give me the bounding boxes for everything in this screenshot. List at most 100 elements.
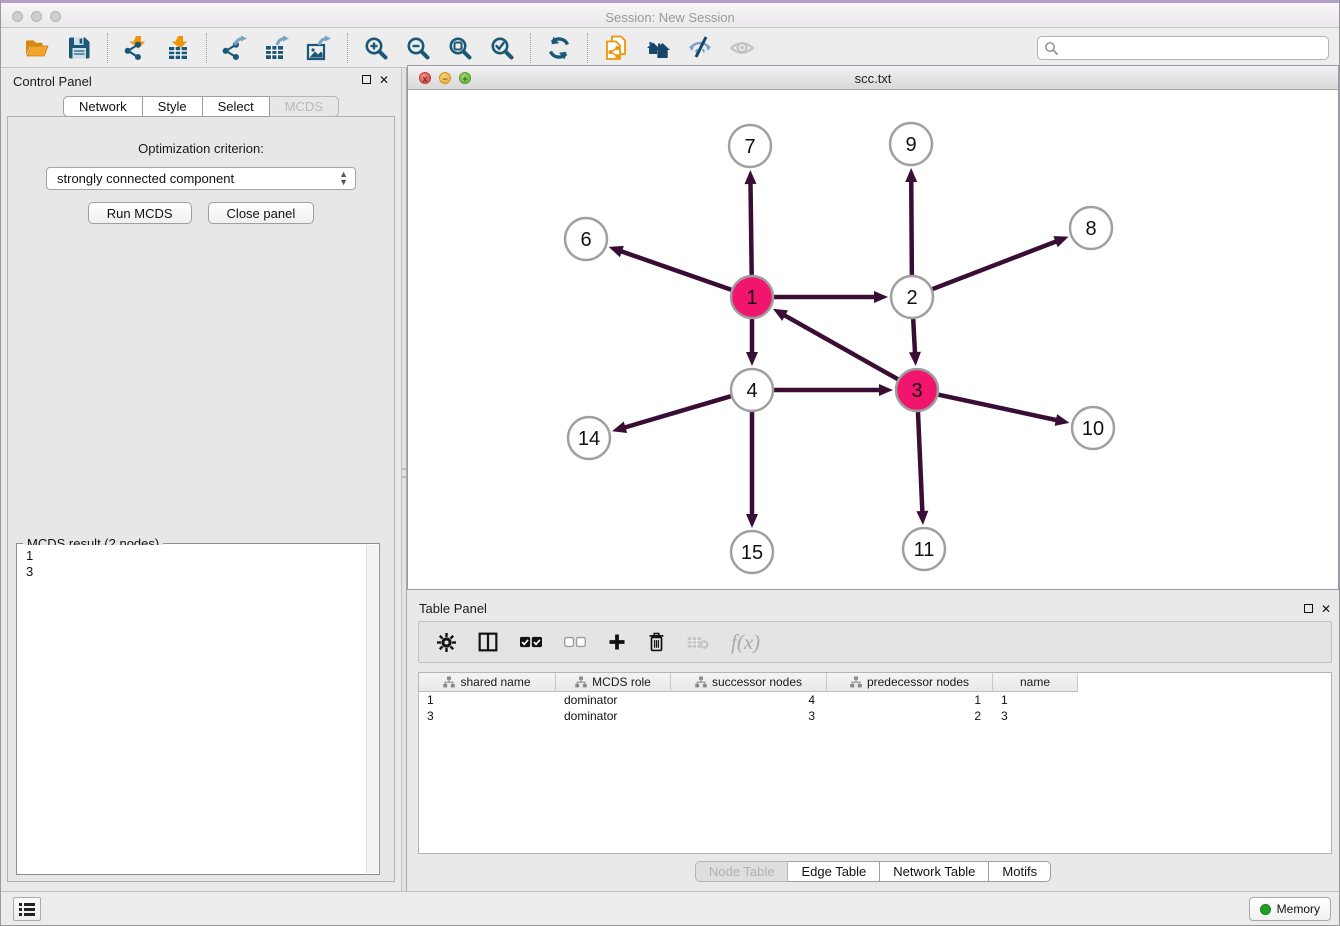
save-session-icon[interactable] (65, 34, 93, 62)
table-cell[interactable]: 1 (419, 692, 556, 708)
application-window: Session: New Session Control Panel ✕ Net… (0, 0, 1340, 926)
run-mcds-button[interactable]: Run MCDS (88, 202, 192, 224)
edge-arrowhead (905, 168, 917, 182)
table-cell[interactable]: 3 (993, 708, 1078, 724)
tab-select[interactable]: Select (203, 96, 270, 117)
node-label-15: 15 (741, 542, 763, 564)
memory-status-icon (1260, 904, 1271, 915)
zoom-in-icon[interactable] (362, 34, 390, 62)
refresh-icon[interactable] (545, 34, 573, 62)
select-stepper-icon: ▲▼ (339, 170, 348, 186)
mcds-result-text[interactable]: 1 3 (18, 545, 366, 873)
control-panel-tabs: NetworkStyleSelectMCDS (1, 96, 401, 117)
column-header-MCDS-role[interactable]: MCDS role (556, 673, 671, 692)
table-cell[interactable]: 2 (827, 708, 993, 724)
table-cell[interactable]: 1 (827, 692, 993, 708)
zoom-selected-icon[interactable] (488, 34, 516, 62)
table-cell[interactable]: 3 (671, 708, 827, 724)
float-panel-icon[interactable] (362, 74, 371, 86)
result-scrollbar[interactable] (366, 545, 378, 873)
delete-column-icon[interactable] (648, 632, 665, 652)
export-table-icon[interactable] (263, 34, 291, 62)
select-all-icon[interactable] (520, 636, 542, 648)
tab-node-table[interactable]: Node Table (695, 861, 789, 882)
node-label-6: 6 (580, 229, 591, 251)
tab-mcds[interactable]: MCDS (270, 96, 339, 117)
close-panel-icon[interactable]: ✕ (379, 74, 389, 86)
deselect-all-icon[interactable] (564, 636, 586, 648)
table-close-panel-icon[interactable]: ✕ (1321, 603, 1331, 615)
search-input[interactable] (1037, 36, 1329, 60)
edge-1-6[interactable] (619, 251, 731, 290)
column-header-shared-name[interactable]: shared name (419, 673, 556, 692)
table-panel-tabs: Node TableEdge TableNetwork TableMotifs (407, 861, 1339, 882)
network-window-titlebar[interactable]: x − + scc.txt (408, 66, 1338, 90)
table-panel: Table Panel ✕ f(x) shared nameMCDS roles… (407, 597, 1339, 890)
table-cell[interactable]: dominator (556, 692, 671, 708)
optimization-criterion-label: Optimization criterion: (8, 141, 394, 156)
node-label-14: 14 (578, 428, 600, 450)
column-header-successor-nodes[interactable]: successor nodes (671, 673, 827, 692)
tab-edge-table[interactable]: Edge Table (788, 861, 880, 882)
hide-selection-icon[interactable] (686, 34, 714, 62)
node-label-7: 7 (744, 136, 755, 158)
node-label-2: 2 (906, 287, 917, 309)
table-cell[interactable]: 1 (993, 692, 1078, 708)
column-header-predecessor-nodes[interactable]: predecessor nodes (827, 673, 993, 692)
tab-network[interactable]: Network (63, 96, 143, 117)
open-file-icon[interactable] (23, 34, 51, 62)
edge-2-9[interactable] (911, 179, 912, 275)
tab-network-table[interactable]: Network Table (880, 861, 989, 882)
table-float-panel-icon[interactable] (1304, 603, 1313, 615)
table-cell[interactable]: 3 (419, 708, 556, 724)
edge-3-1[interactable] (782, 314, 897, 379)
zoom-out-icon[interactable] (404, 34, 432, 62)
import-table-icon[interactable] (164, 34, 192, 62)
network-window-title: scc.txt (408, 71, 1338, 86)
gear-icon[interactable] (437, 633, 456, 652)
edge-3-10[interactable] (939, 395, 1059, 421)
network-canvas[interactable]: 7968124314101511 (408, 90, 1338, 589)
edge-arrowhead (746, 352, 758, 366)
edge-arrowhead (916, 511, 928, 525)
node-table[interactable]: shared nameMCDS rolesuccessor nodesprede… (418, 672, 1332, 854)
node-label-9: 9 (905, 134, 916, 156)
memory-button[interactable]: Memory (1249, 897, 1331, 921)
status-bar: Memory (1, 891, 1339, 925)
edge-3-11[interactable] (918, 412, 922, 514)
import-network-icon[interactable] (122, 34, 150, 62)
close-panel-button[interactable]: Close panel (208, 202, 315, 224)
edge-4-14[interactable] (623, 396, 731, 428)
export-image-icon[interactable] (305, 34, 333, 62)
show-all-icon[interactable] (728, 34, 756, 62)
tab-motifs[interactable]: Motifs (989, 861, 1051, 882)
add-column-icon[interactable] (608, 633, 626, 651)
mcds-panel: Optimization criterion: strongly connect… (7, 116, 395, 882)
title-bar: Session: New Session (1, 0, 1339, 28)
zoom-fit-icon[interactable] (446, 34, 474, 62)
network-view-window: x − + scc.txt 7968124314101511 (407, 65, 1339, 590)
criterion-select[interactable]: strongly connected component ▲▼ (46, 167, 356, 190)
search-icon (1044, 41, 1058, 60)
columns-icon[interactable] (478, 632, 498, 652)
node-label-1: 1 (746, 287, 757, 309)
task-history-button[interactable] (13, 897, 41, 921)
table-cell[interactable]: dominator (556, 708, 671, 724)
delete-table-icon[interactable] (687, 635, 709, 650)
export-network-icon[interactable] (221, 34, 249, 62)
control-panel-title: Control Panel (13, 74, 92, 89)
duplicate-network-icon[interactable] (602, 34, 630, 62)
table-row[interactable]: 3dominator323 (419, 708, 1331, 724)
function-builder-icon[interactable]: f(x) (731, 630, 760, 655)
table-header-row: shared nameMCDS rolesuccessor nodesprede… (419, 673, 1331, 692)
edge-2-3[interactable] (913, 319, 915, 355)
edge-1-7[interactable] (750, 181, 751, 275)
first-neighbors-icon[interactable] (644, 34, 672, 62)
edge-arrowhead (612, 422, 627, 434)
column-header-name[interactable]: name (993, 673, 1078, 692)
table-row[interactable]: 1dominator411 (419, 692, 1331, 708)
tab-style[interactable]: Style (143, 96, 203, 117)
table-cell[interactable]: 4 (671, 692, 827, 708)
edge-arrowhead (1053, 236, 1068, 247)
edge-2-8[interactable] (933, 241, 1059, 289)
